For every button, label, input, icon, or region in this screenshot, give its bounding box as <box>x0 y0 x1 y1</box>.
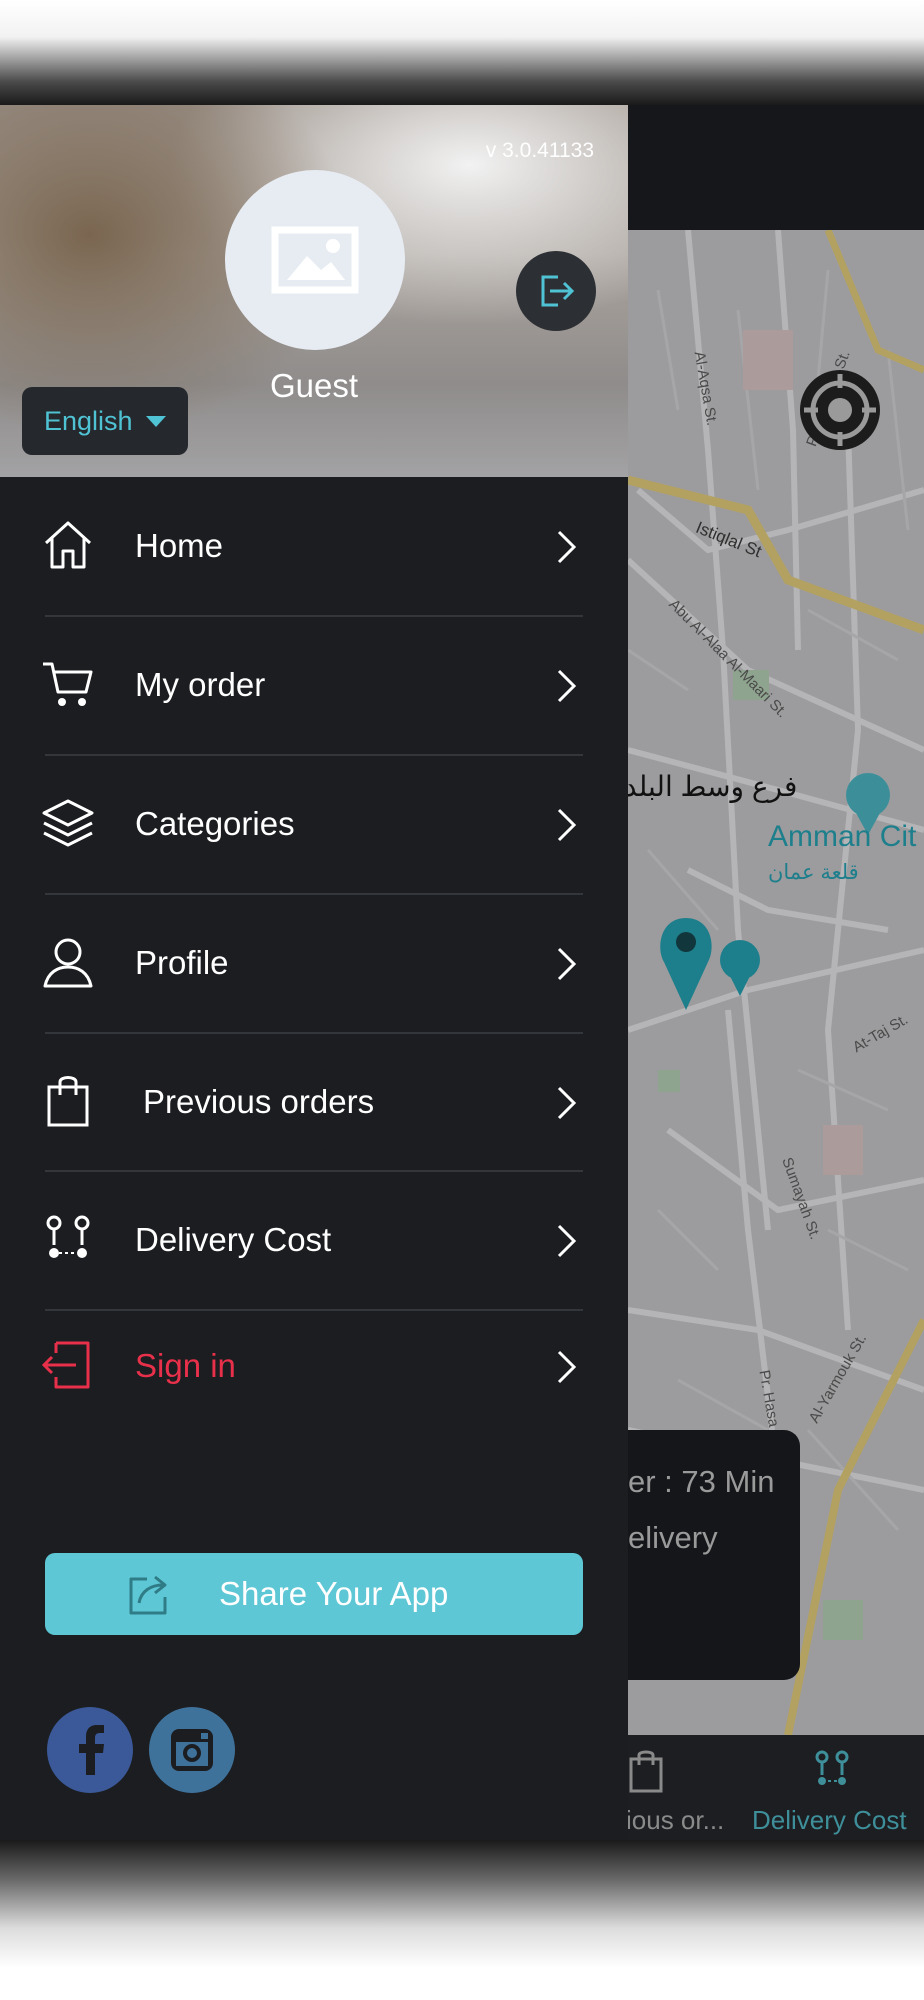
delivery-text: elivery <box>628 1520 718 1555</box>
chevron-right-icon <box>557 947 577 981</box>
user-icon <box>43 938 93 988</box>
nav-item-previous-orders[interactable]: ious or... <box>626 1805 724 1836</box>
chevron-down-icon <box>146 416 166 427</box>
avatar[interactable] <box>225 170 405 350</box>
menu-label: Previous orders <box>143 1083 375 1120</box>
shopping-bag-icon <box>47 1076 89 1127</box>
my-location-button[interactable] <box>800 370 880 450</box>
menu-label: Home <box>135 527 224 564</box>
map-label: قلعة عمان <box>768 861 859 884</box>
image-placeholder-icon <box>271 226 359 294</box>
chevron-right-icon <box>557 1350 577 1384</box>
app-top-bar <box>628 105 924 230</box>
map-label: فرع وسط البلد <box>628 771 798 802</box>
nav-item-delivery-cost[interactable]: Delivery Cost <box>752 1805 907 1836</box>
menu-item-sign-in[interactable]: Sign in <box>0 1310 628 1420</box>
menu-label: Profile <box>135 944 229 981</box>
chevron-right-icon <box>557 669 577 703</box>
exit-button[interactable] <box>516 251 596 331</box>
chevron-right-icon <box>557 808 577 842</box>
layers-icon <box>42 799 94 847</box>
drawer-header: v 3.0.41133 Guest English <box>0 105 628 477</box>
cart-icon <box>43 662 93 706</box>
language-label: English <box>44 406 133 436</box>
top-shadow <box>0 0 924 105</box>
menu-label: Delivery Cost <box>135 1221 332 1258</box>
eta-card: er : 73 Min elivery <box>628 1430 800 1680</box>
route-icon <box>815 1750 849 1785</box>
background-app: Al-Aqsa St. Pr. Hamzah St. Istiqlal St A… <box>626 105 924 1840</box>
map-label: Amman Cit <box>768 820 917 853</box>
app-screen: Al-Aqsa St. Pr. Hamzah St. Istiqlal St A… <box>0 105 924 1840</box>
route-icon <box>46 1215 90 1258</box>
chevron-right-icon <box>557 530 577 564</box>
facebook-icon <box>79 1725 104 1775</box>
menu-label: Sign in <box>135 1347 236 1384</box>
shopping-bag-icon <box>629 1750 663 1793</box>
menu-label: Categories <box>135 805 295 842</box>
facebook-button[interactable] <box>47 1707 133 1793</box>
language-selector[interactable]: English <box>22 387 188 455</box>
menu-label: My order <box>135 666 266 703</box>
bottom-shadow <box>0 1840 924 2000</box>
sign-in-icon <box>41 1341 90 1389</box>
menu-item-profile[interactable]: Profile <box>0 894 628 1032</box>
home-icon <box>44 521 92 569</box>
chevron-right-icon <box>557 1224 577 1258</box>
eta-text: er : 73 Min <box>628 1464 775 1499</box>
menu-item-previous-orders[interactable]: Previous orders <box>0 1033 628 1171</box>
exit-icon <box>541 275 575 307</box>
chevron-right-icon <box>557 1086 577 1120</box>
instagram-icon <box>171 1729 213 1771</box>
app-version: v 3.0.41133 <box>485 139 594 162</box>
crosshair-icon <box>804 374 876 446</box>
share-icon <box>129 1575 167 1615</box>
share-app-button[interactable]: Share Your App <box>45 1553 583 1635</box>
instagram-button[interactable] <box>149 1707 235 1793</box>
menu-item-my-order[interactable]: My order <box>0 616 628 754</box>
menu-item-home[interactable]: Home <box>0 477 628 615</box>
share-app-label: Share Your App <box>219 1575 449 1612</box>
menu-item-delivery-cost[interactable]: Delivery Cost <box>0 1171 628 1309</box>
menu-item-categories[interactable]: Categories <box>0 755 628 893</box>
navigation-drawer: v 3.0.41133 Guest English Home My order … <box>0 105 628 1840</box>
